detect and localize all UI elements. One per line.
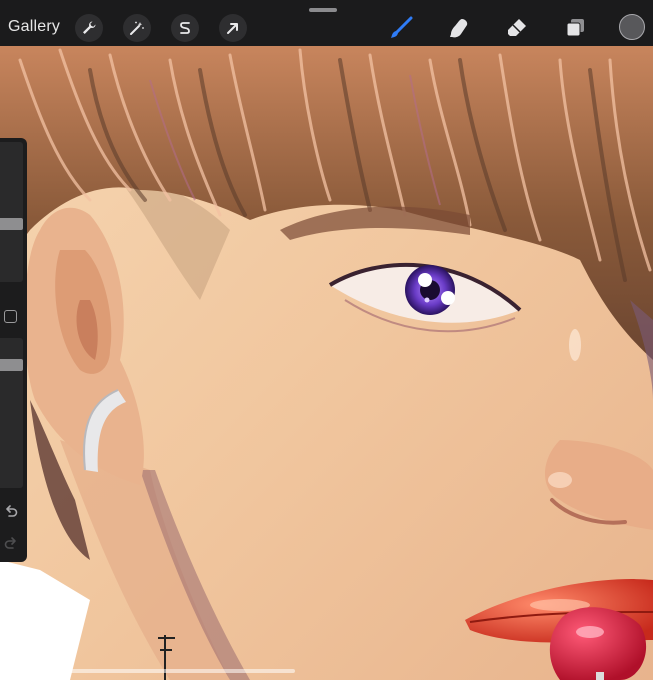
undo-icon[interactable] xyxy=(3,504,19,520)
left-sidebar xyxy=(0,138,27,562)
drawing-canvas[interactable] xyxy=(0,0,653,680)
arrow-cursor-icon xyxy=(227,23,238,34)
toolbar-grabber[interactable] xyxy=(309,8,337,12)
actions-button[interactable] xyxy=(75,14,103,42)
opacity-slider-thumb[interactable] xyxy=(0,359,23,371)
home-indicator[interactable] xyxy=(33,669,295,673)
square-modify-icon[interactable] xyxy=(4,310,17,323)
adjustments-button[interactable] xyxy=(123,14,151,42)
eraser-tool-button[interactable] xyxy=(502,13,532,43)
selection-s-icon xyxy=(180,22,190,34)
smudge-tool-button[interactable] xyxy=(444,13,474,43)
smudge-finger-icon xyxy=(450,19,468,38)
selection-button[interactable] xyxy=(171,14,199,42)
brush-size-slider[interactable] xyxy=(0,142,23,282)
layers-button[interactable] xyxy=(560,13,590,43)
color-picker-button[interactable] xyxy=(619,14,645,40)
magic-wand-icon xyxy=(130,21,144,35)
gallery-button[interactable]: Gallery xyxy=(8,17,60,37)
eraser-icon xyxy=(508,19,526,36)
brush-tool-button[interactable] xyxy=(386,13,416,43)
transform-button[interactable] xyxy=(219,14,247,42)
top-toolbar: Gallery xyxy=(0,0,653,46)
brush-icon xyxy=(391,16,413,38)
layers-icon xyxy=(566,19,584,37)
redo-icon[interactable] xyxy=(3,536,19,552)
wrench-icon xyxy=(83,21,96,34)
opacity-slider[interactable] xyxy=(0,338,23,488)
brush-size-slider-thumb[interactable] xyxy=(0,218,23,230)
